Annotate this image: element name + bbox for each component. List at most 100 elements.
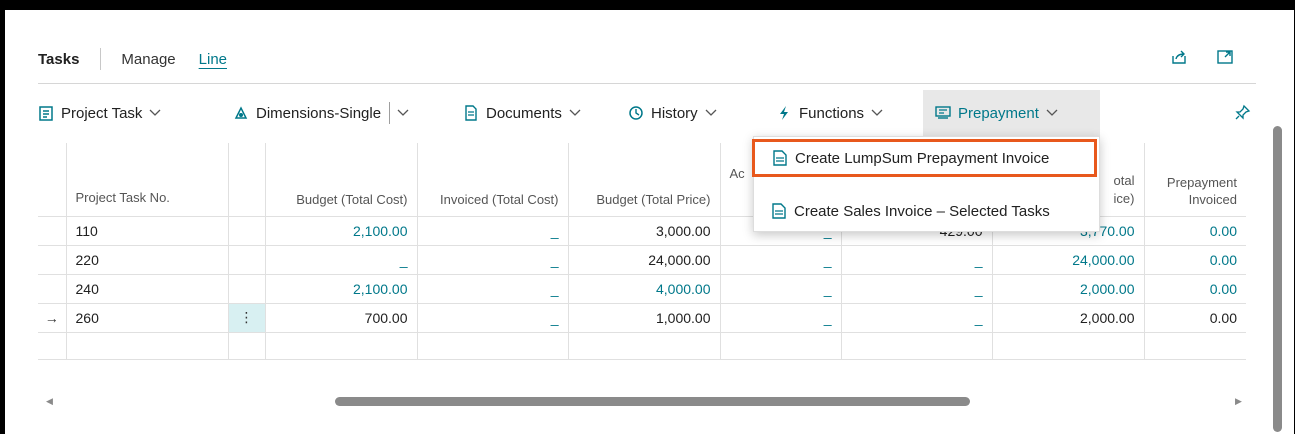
col6-cell[interactable]: _ — [841, 244, 993, 274]
row-menu-cell[interactable] — [228, 273, 266, 303]
row-marker-cell — [38, 244, 67, 274]
budget-price-cell[interactable]: 1,000.00 — [568, 302, 721, 332]
table-row[interactable]: 240 2,100.00 _ 4,000.00 _ _ 2,000.00 0.0… — [38, 273, 1246, 303]
column-header-prepayment-invoiced[interactable]: Prepayment Invoiced — [1144, 143, 1246, 216]
documents-icon — [465, 105, 477, 121]
col5-cell[interactable]: _ — [720, 302, 842, 332]
prepayment-label: Prepayment — [958, 104, 1039, 122]
functions-button[interactable]: Functions — [776, 90, 883, 136]
dimensions-icon — [234, 106, 248, 119]
row-marker-cell — [38, 331, 67, 360]
project-task-button[interactable]: Project Task — [38, 90, 161, 136]
row-menu-cell[interactable] — [228, 331, 266, 360]
documents-button[interactable]: Documents — [463, 90, 581, 136]
dimensions-single-button[interactable]: Dimensions-Single — [233, 90, 409, 136]
functions-label: Functions — [799, 104, 865, 122]
current-row-arrow-icon: → — [38, 302, 67, 332]
invoice-icon — [772, 203, 786, 219]
create-sales-invoice-selected-tasks-item[interactable]: Create Sales Invoice – Selected Tasks — [754, 191, 1050, 231]
task-no-cell[interactable]: 260 — [66, 302, 229, 332]
tab-tasks-title: Tasks — [38, 50, 80, 68]
row-marker-cell — [38, 273, 67, 303]
row-menu-cell[interactable] — [228, 215, 266, 245]
table-row[interactable]: 220 _ _ 24,000.00 _ _ 24,000.00 0.00 — [38, 244, 1246, 274]
col6-cell[interactable] — [841, 331, 993, 360]
col5-cell[interactable]: _ — [720, 273, 842, 303]
task-no-cell[interactable] — [66, 331, 229, 360]
tab-divider-line — [38, 83, 1256, 84]
dimensions-label: Dimensions-Single — [256, 104, 382, 122]
col6-cell[interactable]: _ — [841, 302, 993, 332]
row-menu-dots-icon[interactable]: ⋮ — [228, 302, 266, 332]
share-icon[interactable] — [1170, 48, 1188, 66]
budget-cost-cell[interactable]: 2,100.00 — [264, 273, 418, 303]
table-row-current[interactable]: → 260 ⋮ 700.00 _ 1,000.00 _ _ 2,000.00 0… — [38, 302, 1246, 332]
budget-cost-cell[interactable] — [264, 331, 418, 360]
column-header-budget-total-price[interactable]: Budget (Total Price) — [568, 143, 721, 216]
prepayment-invoiced-cell[interactable] — [1144, 331, 1246, 360]
create-lumpsum-prepayment-invoice-item[interactable]: Create LumpSum Prepayment Invoice — [752, 139, 1097, 177]
column-header-invoiced-total-cost[interactable]: Invoiced (Total Cost) — [417, 143, 569, 216]
column-header-task-no[interactable]: Project Task No. — [66, 143, 229, 216]
invoiced-cost-cell[interactable] — [417, 331, 569, 360]
budget-cost-cell[interactable]: 2,100.00 — [264, 215, 418, 245]
lightning-icon — [780, 106, 788, 120]
prepayment-invoiced-cell[interactable]: 0.00 — [1144, 244, 1246, 274]
invoiced-cost-cell[interactable]: _ — [417, 215, 569, 245]
chevron-down-icon[interactable] — [397, 109, 409, 117]
col7-cell[interactable] — [992, 331, 1145, 360]
prepayment-icon — [935, 106, 951, 119]
col5-cell[interactable]: _ — [720, 244, 842, 274]
chevron-down-icon — [705, 109, 717, 116]
create-sales-invoice-label: Create Sales Invoice – Selected Tasks — [794, 202, 1050, 220]
row-marker-header — [38, 143, 67, 216]
invoiced-cost-cell[interactable]: _ — [417, 273, 569, 303]
split-divider — [389, 102, 391, 124]
chevron-down-icon — [1046, 109, 1058, 116]
budget-cost-cell[interactable]: _ — [264, 244, 418, 274]
col7-cell[interactable]: 24,000.00 — [992, 244, 1145, 274]
prepayment-dropdown-menu: Create LumpSum Prepayment Invoice Create… — [752, 136, 1100, 232]
budget-price-cell[interactable]: 4,000.00 — [568, 273, 721, 303]
invoiced-cost-cell[interactable]: _ — [417, 244, 569, 274]
task-no-cell[interactable]: 240 — [66, 273, 229, 303]
col7-cell[interactable]: 2,000.00 — [992, 302, 1145, 332]
expand-icon[interactable] — [1216, 48, 1234, 66]
row-menu-cell[interactable] — [228, 244, 266, 274]
documents-label: Documents — [486, 104, 562, 122]
vertical-scroll-thumb[interactable] — [1273, 126, 1282, 432]
pin-icon[interactable] — [1234, 104, 1251, 121]
prepayment-invoiced-cell[interactable]: 0.00 — [1144, 215, 1246, 245]
task-no-cell[interactable]: 110 — [66, 215, 229, 245]
chevron-down-icon — [569, 109, 581, 116]
col7-cell[interactable]: 2,000.00 — [992, 273, 1145, 303]
budget-price-cell[interactable] — [568, 331, 721, 360]
scroll-left-icon[interactable]: ◀ — [46, 396, 53, 407]
horizontal-scroll-thumb[interactable] — [335, 397, 970, 406]
col5-cell[interactable] — [720, 331, 842, 360]
tab-bar: Tasks Manage Line — [38, 44, 250, 74]
table-row-empty[interactable] — [38, 331, 1246, 360]
prepayment-invoiced-cell[interactable]: 0.00 — [1144, 273, 1246, 303]
tab-manage[interactable]: Manage — [121, 51, 175, 68]
row-menu-header — [228, 143, 266, 216]
task-no-cell[interactable]: 220 — [66, 244, 229, 274]
tab-line[interactable]: Line — [199, 51, 227, 68]
budget-cost-cell[interactable]: 700.00 — [264, 302, 418, 332]
scroll-right-icon[interactable]: ▶ — [1235, 396, 1242, 407]
budget-price-cell[interactable]: 24,000.00 — [568, 244, 721, 274]
chevron-down-icon — [149, 109, 161, 116]
column-header-partial-total-line1: otal — [1113, 172, 1135, 188]
column-header-budget-total-cost[interactable]: Budget (Total Cost) — [264, 143, 418, 216]
history-button[interactable]: History — [628, 90, 717, 136]
invoice-icon — [773, 150, 787, 166]
horizontal-scrollbar[interactable]: ◀ ▶ — [38, 394, 1246, 408]
budget-price-cell[interactable]: 3,000.00 — [568, 215, 721, 245]
column-header-partial-total-line2: ice) — [1113, 190, 1135, 206]
row-marker-cell — [38, 215, 67, 245]
prepayment-invoiced-cell[interactable]: 0.00 — [1144, 302, 1246, 332]
invoiced-cost-cell[interactable]: _ — [417, 302, 569, 332]
prepayment-button[interactable]: Prepayment — [923, 90, 1100, 136]
col6-cell[interactable]: _ — [841, 273, 993, 303]
action-bar: Project Task Dimensions-Single Documents… — [38, 90, 1256, 136]
